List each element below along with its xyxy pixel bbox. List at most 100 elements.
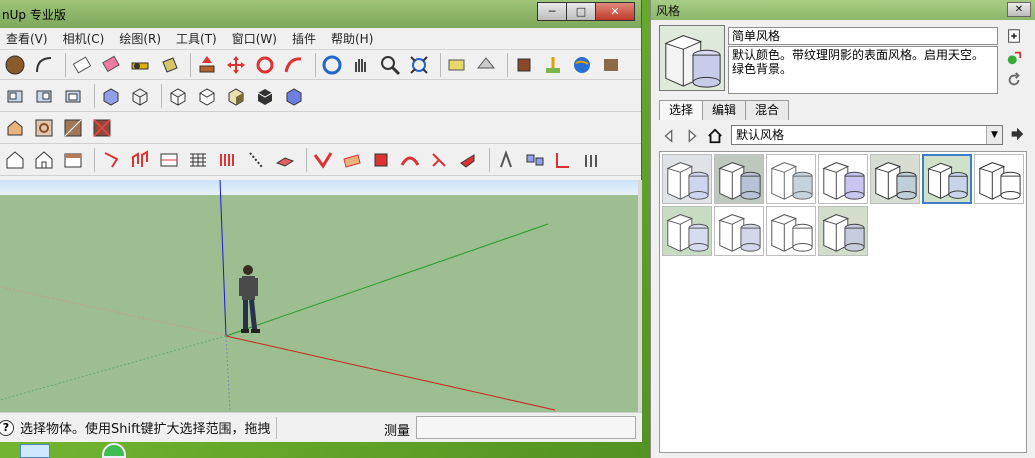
xray-tool-icon[interactable] bbox=[99, 84, 123, 108]
smoove-tool-icon[interactable] bbox=[157, 148, 181, 172]
maximize-button[interactable]: □ bbox=[566, 2, 596, 21]
text-tool-icon[interactable] bbox=[456, 148, 480, 172]
model-viewport[interactable] bbox=[0, 180, 638, 412]
refresh-icon[interactable] bbox=[1005, 71, 1023, 89]
follow-me-tool-icon[interactable] bbox=[282, 53, 306, 77]
drape-tool-icon[interactable] bbox=[186, 148, 210, 172]
details-arrow-icon[interactable] bbox=[1009, 126, 1027, 144]
style-thumbnail[interactable] bbox=[766, 154, 816, 204]
tab-edit[interactable]: 编辑 bbox=[702, 100, 747, 120]
update-style-icon[interactable] bbox=[1005, 27, 1023, 45]
styles-close-button[interactable]: ✕ bbox=[1007, 2, 1031, 17]
menu-window[interactable]: 窗口(W) bbox=[232, 30, 277, 47]
style-thumbnail[interactable] bbox=[662, 206, 712, 256]
forward-arrow-icon[interactable] bbox=[682, 126, 702, 146]
close-button[interactable]: ✕ bbox=[595, 2, 635, 21]
share-model-tool-icon[interactable] bbox=[474, 53, 498, 77]
section-cut-tool-icon[interactable] bbox=[32, 116, 56, 140]
style-description-field[interactable]: 默认颜色。带纹理阴影的表面风格。启用天空。绿色背景。 bbox=[728, 46, 998, 94]
paint-tool-icon[interactable] bbox=[99, 53, 123, 77]
menu-plugins[interactable]: 插件 bbox=[292, 30, 316, 47]
menu-tools[interactable]: 工具(T) bbox=[176, 30, 217, 47]
google-earth-tool-icon[interactable] bbox=[570, 53, 594, 77]
iso-view-tool-icon[interactable] bbox=[3, 148, 27, 172]
blue-cube-tool-icon[interactable] bbox=[282, 84, 306, 108]
push-pull-tool-icon[interactable] bbox=[195, 53, 219, 77]
taskbar-computer-icon[interactable] bbox=[20, 444, 50, 458]
styles-tabs: 选择 编辑 混合 bbox=[659, 100, 790, 120]
styles-title-bar[interactable]: 风格 ✕ bbox=[651, 0, 1035, 20]
arc-tool-icon[interactable] bbox=[32, 53, 56, 77]
solid-tools-icon[interactable] bbox=[581, 148, 605, 172]
tab-mix[interactable]: 混合 bbox=[745, 100, 790, 120]
tape-measure-tool-icon[interactable] bbox=[128, 53, 152, 77]
menu-draw[interactable]: 绘图(R) bbox=[119, 30, 161, 47]
display-section-planes-tool-icon[interactable] bbox=[61, 116, 85, 140]
viewport-scrollbar[interactable] bbox=[638, 180, 642, 412]
collection-dropdown[interactable]: 默认风格 ▼ bbox=[731, 125, 1003, 145]
create-style-icon[interactable] bbox=[1005, 49, 1023, 67]
from-contours-tool-icon[interactable] bbox=[340, 148, 364, 172]
get-models-tool-icon[interactable] bbox=[445, 53, 469, 77]
circle-tool-icon[interactable] bbox=[3, 53, 27, 77]
style-thumbnail[interactable] bbox=[714, 154, 764, 204]
display-section-cuts-tool-icon[interactable] bbox=[90, 116, 114, 140]
dimension-tool-icon[interactable] bbox=[427, 148, 451, 172]
zoom-tool-icon[interactable] bbox=[378, 53, 402, 77]
sandbox-tool-icon[interactable] bbox=[128, 148, 152, 172]
style-thumbnail[interactable] bbox=[818, 206, 868, 256]
more-tool-icon[interactable] bbox=[599, 53, 623, 77]
look-around-tool-icon[interactable] bbox=[552, 148, 576, 172]
front-view-tool-icon[interactable] bbox=[3, 84, 27, 108]
home-icon[interactable] bbox=[705, 126, 725, 146]
add-location-tool-icon[interactable] bbox=[541, 53, 565, 77]
from-scratch-tool-icon[interactable] bbox=[311, 148, 335, 172]
component-tool-icon[interactable] bbox=[512, 53, 536, 77]
taskbar-shield-icon[interactable] bbox=[102, 443, 126, 458]
chevron-down-icon[interactable]: ▼ bbox=[986, 126, 1002, 144]
section-plane-tool-icon[interactable] bbox=[3, 116, 27, 140]
status-text: 选择物体。使用Shift键扩大选择范围，拖拽 bbox=[20, 422, 271, 437]
bucket-tool-icon[interactable] bbox=[157, 53, 181, 77]
add-detail-tool-icon[interactable] bbox=[273, 148, 297, 172]
back-arrow-icon[interactable] bbox=[659, 126, 679, 146]
style-name-field[interactable]: 简单风格 bbox=[728, 27, 998, 45]
pan-tool-icon[interactable] bbox=[349, 53, 373, 77]
style-thumbnail[interactable] bbox=[662, 154, 712, 204]
slice-tool-icon[interactable] bbox=[369, 148, 393, 172]
front-elev-tool-icon[interactable] bbox=[61, 148, 85, 172]
back-view-tool-icon[interactable] bbox=[32, 84, 56, 108]
left-view-tool-icon[interactable] bbox=[61, 84, 85, 108]
rotate-tool-icon[interactable] bbox=[253, 53, 277, 77]
rect-extrude-tool-icon[interactable] bbox=[99, 148, 123, 172]
eraser-tool-icon[interactable] bbox=[70, 53, 94, 77]
walk-tool-icon[interactable] bbox=[494, 148, 518, 172]
axes-tool-icon[interactable] bbox=[398, 148, 422, 172]
wireframe-tool-icon[interactable] bbox=[128, 84, 152, 108]
style-thumbnail[interactable] bbox=[766, 206, 816, 256]
hidden-line-tool-icon[interactable] bbox=[166, 84, 190, 108]
measure-input[interactable] bbox=[416, 416, 636, 439]
help-icon[interactable]: ? bbox=[0, 419, 14, 436]
style-thumbnail[interactable] bbox=[714, 206, 764, 256]
shaded-texture-tool-icon[interactable] bbox=[224, 84, 248, 108]
menu-camera[interactable]: 相机(C) bbox=[63, 30, 105, 47]
top-view-tool-icon[interactable] bbox=[32, 148, 56, 172]
style-thumbnail[interactable] bbox=[922, 154, 972, 204]
tab-select[interactable]: 选择 bbox=[659, 100, 704, 120]
minimize-button[interactable]: ─ bbox=[537, 2, 567, 21]
stamp-tool-icon[interactable] bbox=[215, 148, 239, 172]
style-thumbnail[interactable] bbox=[974, 154, 1024, 204]
move-tool-icon[interactable] bbox=[224, 53, 248, 77]
shaded-tool-icon[interactable] bbox=[195, 84, 219, 108]
main-title-bar[interactable]: nUp 专业版 ─ □ ✕ bbox=[0, 0, 641, 28]
flip-edge-tool-icon[interactable] bbox=[244, 148, 268, 172]
position-camera-tool-icon[interactable] bbox=[523, 148, 547, 172]
monochrome-tool-icon[interactable] bbox=[253, 84, 277, 108]
orbit-tool-icon[interactable] bbox=[320, 53, 344, 77]
zoom-extents-tool-icon[interactable] bbox=[407, 53, 431, 77]
menu-help[interactable]: 帮助(H) bbox=[331, 30, 373, 47]
menu-view[interactable]: 查看(V) bbox=[6, 30, 48, 47]
style-thumbnail[interactable] bbox=[870, 154, 920, 204]
style-thumbnail[interactable] bbox=[818, 154, 868, 204]
